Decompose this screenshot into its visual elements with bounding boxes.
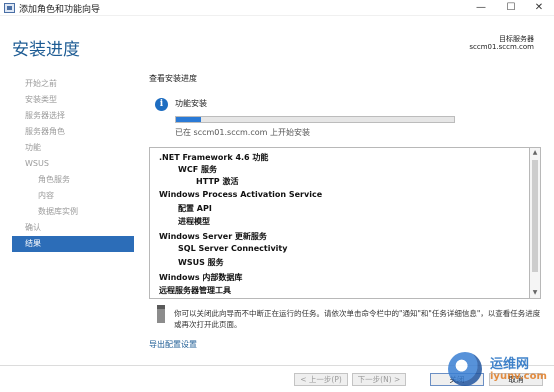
nav-item-wsus[interactable]: WSUS bbox=[12, 156, 134, 172]
progress-bar bbox=[175, 116, 455, 123]
maximize-button[interactable]: ☐ bbox=[496, 0, 526, 16]
nav-item-results[interactable]: 结果 bbox=[12, 236, 134, 252]
scroll-thumb[interactable] bbox=[532, 160, 538, 272]
result-item: Windows Process Activation Service bbox=[159, 190, 323, 199]
result-item: 进程模型 bbox=[178, 217, 210, 226]
flag-icon bbox=[157, 305, 165, 323]
wizard-nav: 开始之前 安装类型 服务器选择 服务器角色 功能 WSUS 角色服务 内容 数据… bbox=[12, 76, 134, 252]
result-item: 配置 API bbox=[178, 204, 212, 213]
progress-title: 功能安装 bbox=[175, 99, 207, 108]
scroll-up-icon[interactable]: ▲ bbox=[530, 148, 540, 158]
nav-item-before-you-begin[interactable]: 开始之前 bbox=[12, 76, 134, 92]
nav-item-server-selection[interactable]: 服务器选择 bbox=[12, 108, 134, 124]
results-scrollbar[interactable]: ▲ ▼ bbox=[530, 147, 541, 299]
result-item: WSUS 服务 bbox=[178, 258, 224, 267]
watermark-logo-icon bbox=[448, 352, 482, 386]
note-text: 你可以关闭此向导而不中断正在运行的任务。请依次单击命令栏中的"通知"和"任务详细… bbox=[174, 309, 541, 329]
scroll-down-icon[interactable]: ▼ bbox=[530, 288, 540, 298]
nav-item-content[interactable]: 内容 bbox=[12, 188, 134, 204]
nav-item-features[interactable]: 功能 bbox=[12, 140, 134, 156]
app-icon bbox=[4, 3, 15, 13]
result-item: Windows Server 更新服务 bbox=[159, 232, 267, 241]
window-title: 添加角色和功能向导 bbox=[19, 5, 101, 15]
wizard-header: 安装进度 目标服务器 sccm01.sccm.com bbox=[0, 16, 554, 72]
result-item: SQL Server Connectivity bbox=[178, 244, 288, 253]
info-icon: i bbox=[155, 98, 168, 111]
nav-item-role-services[interactable]: 角色服务 bbox=[12, 172, 134, 188]
progress-fill bbox=[176, 117, 202, 122]
previous-button[interactable]: < 上一步(P) bbox=[294, 373, 348, 386]
page-title: 安装进度 bbox=[12, 40, 80, 60]
result-item: .NET Framework 4.6 功能 bbox=[159, 153, 269, 162]
minimize-button[interactable]: — bbox=[466, 0, 496, 16]
result-item: 远程服务器管理工具 bbox=[159, 286, 231, 295]
results-list: .NET Framework 4.6 功能 WCF 服务 HTTP 激活 Win… bbox=[149, 147, 530, 299]
result-item: HTTP 激活 bbox=[196, 177, 239, 186]
progress-status: 已在 sccm01.sccm.com 上开始安装 bbox=[175, 128, 310, 137]
close-window-button[interactable]: ✕ bbox=[524, 0, 554, 16]
title-bar: 添加角色和功能向导 — ☐ ✕ bbox=[0, 0, 554, 16]
result-item: Windows 内部数据库 bbox=[159, 273, 243, 282]
result-item: WCF 服务 bbox=[178, 165, 217, 174]
nav-item-installation-type[interactable]: 安装类型 bbox=[12, 92, 134, 108]
watermark-url: iyunv.com bbox=[490, 371, 547, 382]
export-config-link[interactable]: 导出配置设置 bbox=[149, 339, 197, 350]
nav-item-db-instance[interactable]: 数据库实例 bbox=[12, 204, 134, 220]
watermark: 运维网 iyunv.com bbox=[444, 350, 554, 392]
nav-item-server-roles[interactable]: 服务器角色 bbox=[12, 124, 134, 140]
next-button[interactable]: 下一步(N) > bbox=[352, 373, 406, 386]
target-server-name: sccm01.sccm.com bbox=[469, 43, 534, 51]
section-title: 查看安装进度 bbox=[149, 74, 197, 83]
nav-item-confirmation[interactable]: 确认 bbox=[12, 220, 134, 236]
watermark-text: 运维网 bbox=[490, 357, 530, 372]
